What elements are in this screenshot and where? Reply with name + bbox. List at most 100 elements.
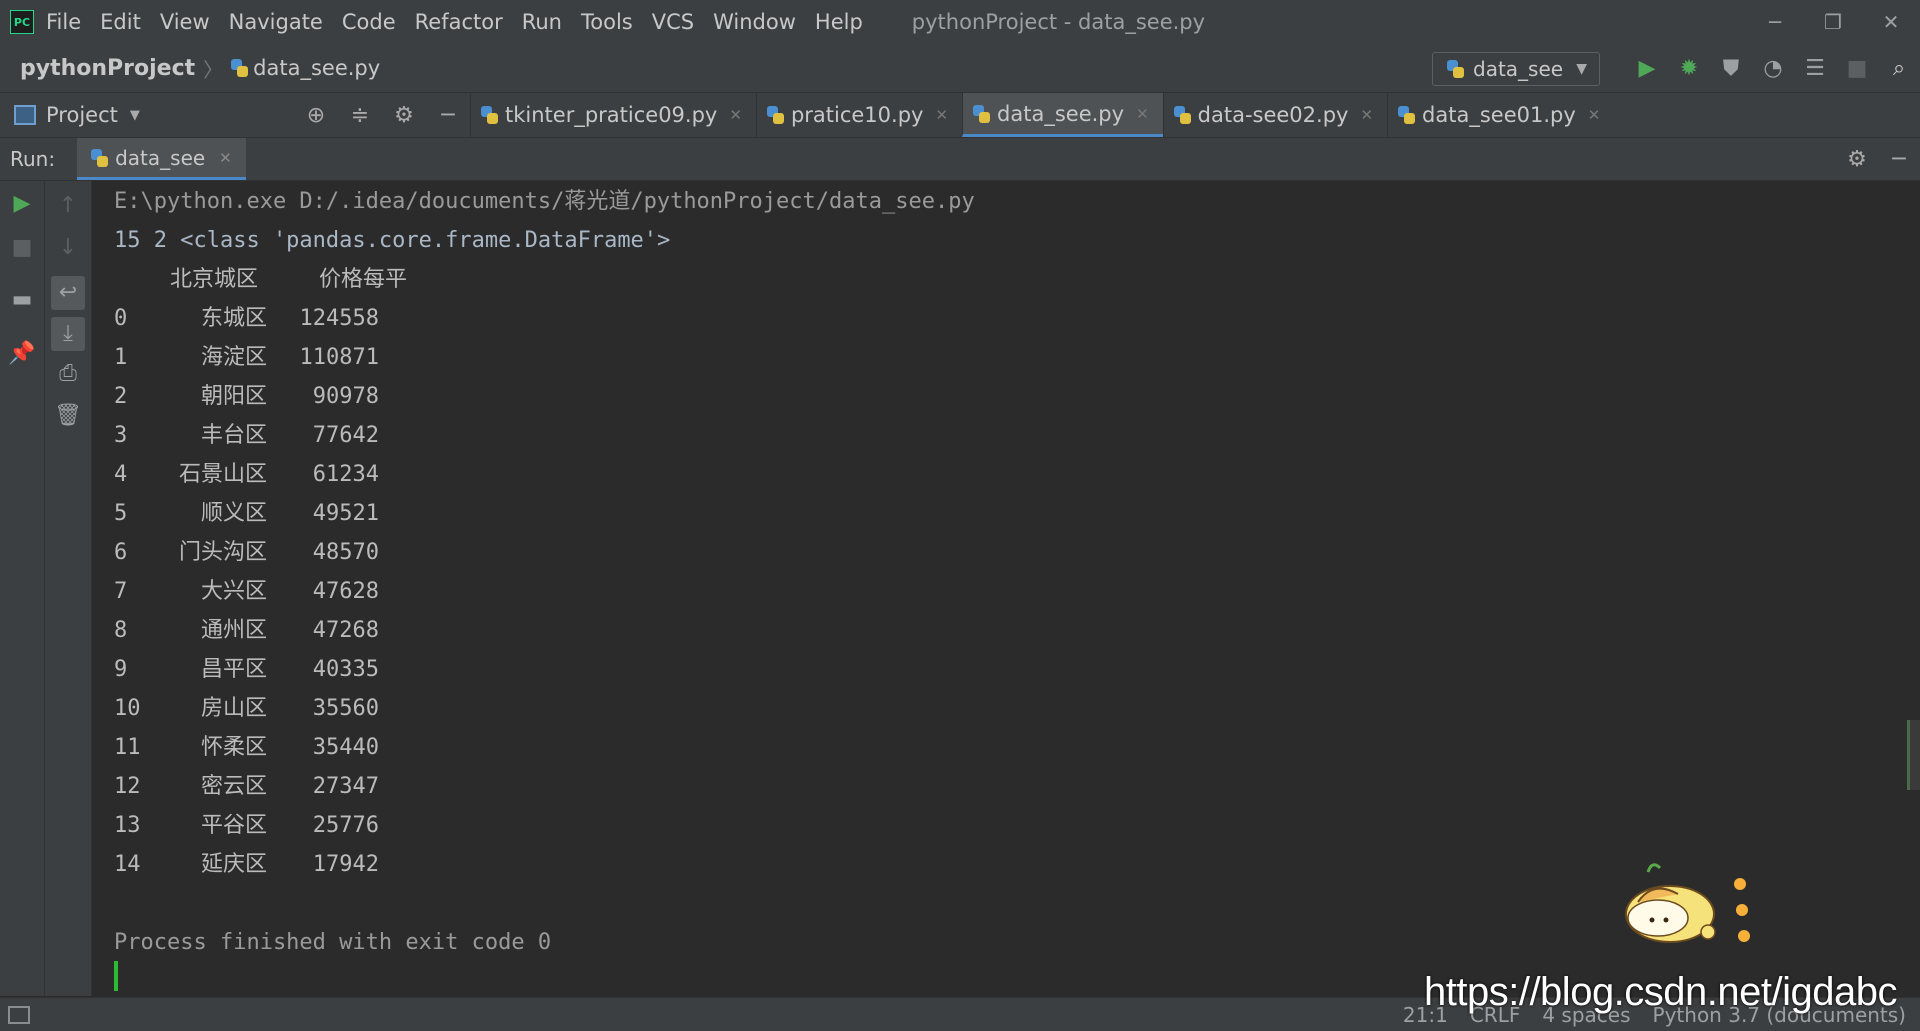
chevron-down-icon[interactable]: ▼ [130, 108, 140, 123]
menu-help[interactable]: Help [815, 10, 863, 34]
district-cell: 门头沟区 [178, 540, 267, 565]
minimize-icon[interactable]: ─ [1746, 10, 1804, 34]
scrollbar[interactable] [1907, 720, 1920, 790]
watermark-url: https://blog.csdn.net/igdabc [1424, 970, 1898, 1014]
close-icon[interactable]: ✕ [935, 106, 948, 124]
row-index: 2 [114, 384, 128, 409]
stop-icon[interactable]: ■ [2, 235, 42, 260]
window-controls: ─ ❐ ✕ [1746, 0, 1920, 44]
column-header-district: 北京城区 [170, 267, 259, 292]
price-cell: 48570 [312, 540, 379, 565]
python-file-icon [91, 148, 109, 167]
profile-icon[interactable]: ◔ [1752, 56, 1794, 81]
run-config-selector[interactable]: data_see ▼ [1432, 52, 1600, 86]
menu-edit[interactable]: Edit [100, 10, 141, 34]
close-icon[interactable]: ✕ [1136, 105, 1149, 123]
breadcrumb-separator-icon: 〉 [203, 57, 224, 82]
debug-icon[interactable]: ✹ [1668, 56, 1710, 81]
concurrency-icon[interactable]: ☰ [1794, 56, 1836, 81]
menu-code[interactable]: Code [342, 10, 396, 34]
tab-data-see02[interactable]: data-see02.py ✕ [1162, 93, 1387, 137]
price-cell: 47268 [312, 618, 379, 643]
run-icon[interactable]: ▶ [1626, 56, 1668, 81]
rerun-icon[interactable]: ▶ [2, 191, 42, 216]
district-cell: 昌平区 [200, 657, 267, 682]
console-actions-strip: ↑ ↓ ↩ ⤓ ⎙ 🗑 [45, 181, 92, 996]
close-icon[interactable]: ✕ [1588, 106, 1601, 124]
chevron-down-icon: ▼ [1576, 61, 1587, 77]
menu-file[interactable]: File [46, 10, 81, 34]
tool-windows-toggle-icon[interactable] [8, 1005, 30, 1024]
price-cell: 90978 [312, 384, 379, 409]
menu-run[interactable]: Run [522, 10, 562, 34]
price-cell: 110871 [299, 345, 379, 370]
hide-panel-icon[interactable]: ─ [1878, 147, 1920, 172]
close-icon[interactable]: ✕ [1360, 106, 1373, 124]
row-index: 3 [114, 423, 128, 448]
locate-icon[interactable]: ⊕ [294, 103, 338, 128]
editor-tabs-bar: Project ▼ ⊕ ≑ ⚙ ─ tkinter_pratice09.py ✕… [0, 93, 1920, 138]
menu-tools[interactable]: Tools [581, 10, 633, 34]
table-row: 12 密云区 27347 [114, 771, 1894, 810]
district-cell: 东城区 [200, 306, 267, 331]
row-index: 12 [114, 774, 141, 799]
tab-pratice10[interactable]: pratice10.py ✕ [755, 93, 962, 137]
layout-icon[interactable]: ▬ [2, 287, 42, 312]
gear-icon[interactable]: ⚙ [382, 103, 426, 128]
python-file-icon [231, 59, 249, 77]
table-row: 1 海淀区 110871 [114, 342, 1894, 381]
run-panel-header: Run: data_see ✕ ⚙ ─ [0, 138, 1920, 181]
pin-icon[interactable]: 📌 [2, 341, 42, 366]
trash-icon[interactable]: 🗑 [48, 403, 88, 428]
gear-icon[interactable]: ⚙ [1836, 147, 1878, 172]
district-cell: 通州区 [200, 618, 267, 643]
project-pane-header[interactable]: Project ▼ ⊕ ≑ ⚙ ─ [0, 93, 470, 137]
tab-label: data_see01.py [1422, 103, 1576, 127]
tab-tkinter-pratice09[interactable]: tkinter_pratice09.py ✕ [470, 93, 756, 137]
restore-icon[interactable]: ❐ [1804, 10, 1862, 34]
collapse-all-icon[interactable]: ≑ [338, 103, 382, 128]
scroll-to-end-icon[interactable]: ⤓ [51, 317, 85, 351]
menu-vcs[interactable]: VCS [652, 10, 694, 34]
close-icon[interactable]: ✕ [729, 106, 742, 124]
price-cell: 124558 [299, 306, 379, 331]
run-toolbar: ▶ ✹ ⛊ ◔ ☰ ■ ⌕ [1626, 44, 1920, 92]
close-icon[interactable]: ✕ [219, 149, 232, 167]
menu-refactor[interactable]: Refactor [415, 10, 503, 34]
district-cell: 怀柔区 [200, 735, 267, 760]
tab-label: data_see.py [997, 101, 1125, 126]
table-row: 8 通州区 47268 [114, 615, 1894, 654]
district-cell: 石景山区 [178, 462, 267, 487]
menu-navigate[interactable]: Navigate [229, 10, 323, 34]
table-row: 7 大兴区 47628 [114, 576, 1894, 615]
breadcrumb-file[interactable]: data_see.py [253, 56, 380, 80]
print-icon[interactable]: ⎙ [48, 361, 88, 386]
hide-icon[interactable]: ─ [426, 103, 470, 128]
soft-wrap-icon[interactable]: ↩ [51, 276, 85, 310]
coverage-icon[interactable]: ⛊ [1710, 56, 1752, 81]
python-file-icon [481, 106, 498, 124]
district-cell: 大兴区 [200, 579, 267, 604]
tab-data-see01[interactable]: data_see01.py ✕ [1387, 93, 1614, 137]
search-icon[interactable]: ⌕ [1878, 56, 1920, 81]
python-file-icon [1173, 106, 1191, 124]
table-row: 5 顺义区 49521 [114, 498, 1894, 537]
close-window-icon[interactable]: ✕ [1862, 10, 1920, 34]
district-cell: 房山区 [200, 696, 267, 721]
row-index: 6 [114, 540, 128, 565]
menu-window[interactable]: Window [713, 10, 796, 34]
console-command-line: E:\python.exe D:/.idea/doucuments/蒋光道/py… [114, 189, 975, 214]
tab-label: tkinter_pratice09.py [505, 103, 718, 127]
stop-icon[interactable]: ■ [1836, 56, 1878, 81]
column-header-price: 价格每平 [319, 267, 408, 292]
python-file-icon [1398, 106, 1416, 124]
menu-view[interactable]: View [160, 10, 210, 34]
district-cell: 丰台区 [200, 423, 267, 448]
arrow-down-icon[interactable]: ↓ [48, 235, 88, 260]
price-cell: 61234 [312, 462, 379, 487]
breadcrumb-project[interactable]: pythonProject [20, 56, 195, 81]
tab-data-see[interactable]: data_see.py ✕ [962, 93, 1163, 137]
text-cursor [114, 961, 118, 991]
run-tab-data-see[interactable]: data_see ✕ [77, 138, 246, 180]
arrow-up-icon[interactable]: ↑ [48, 193, 88, 218]
